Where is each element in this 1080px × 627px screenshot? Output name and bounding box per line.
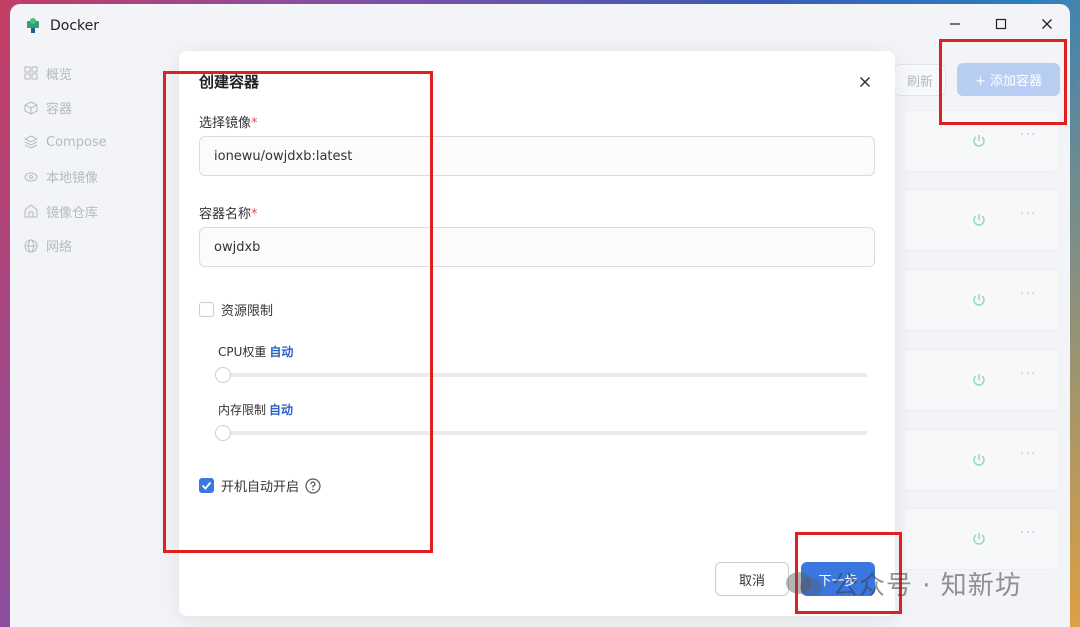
container-row: ··· [905,508,1060,570]
power-icon[interactable] [971,372,987,388]
more-icon[interactable]: ··· [1020,286,1036,302]
sidebar-item-label: 容器 [46,102,73,118]
container-row: ··· [905,189,1060,251]
sidebar-item-label: 本地镜像 [46,171,99,187]
sidebar-item-local-images[interactable]: 本地镜像 [10,160,160,195]
power-icon[interactable] [971,212,987,228]
close-icon [1041,18,1053,34]
app-title: Docker [50,18,100,34]
sidebar-item-label: 网络 [46,240,73,256]
title-bar: Docker [10,4,1070,48]
warehouse-icon [24,204,38,218]
layers-icon [23,135,39,149]
container-row: ··· [905,269,1060,331]
container-row: ··· [905,429,1060,491]
more-icon[interactable]: ··· [1020,366,1036,382]
close-icon [859,73,871,92]
sidebar-item-network[interactable]: 网络 [10,229,160,264]
more-icon[interactable]: ··· [1020,206,1036,222]
more-icon[interactable]: ··· [1020,525,1036,541]
more-icon[interactable]: ··· [1020,446,1036,462]
sidebar-item-overview[interactable]: 概览 [10,56,160,91]
sidebar-item-compose[interactable]: Compose [10,125,160,160]
maximize-icon [995,18,1007,34]
overview-grid-icon [24,66,38,80]
power-icon[interactable] [971,292,987,308]
minimize-icon [949,18,961,34]
power-icon[interactable] [971,452,987,468]
globe-icon [24,239,38,253]
sidebar-item-containers[interactable]: 容器 [10,91,160,126]
power-icon[interactable] [971,531,987,547]
watermark-text: 公众号 · 知新坊 [832,571,1022,601]
watermark: 公众号 · 知新坊 [784,565,1022,602]
container-cube-icon [24,101,38,115]
wechat-logo-icon [784,569,824,599]
more-icon[interactable]: ··· [1020,127,1036,143]
annotation-box-form [163,71,433,553]
annotation-box-add-button [939,39,1067,125]
sidebar-item-label: 镜像仓库 [46,205,99,221]
container-row: ··· [905,349,1060,411]
cancel-button[interactable]: 取消 [715,562,789,596]
disc-icon [24,170,38,184]
docker-icon [24,17,42,35]
sidebar: 概览 容器 Compose 本地镜像 镜像仓库 网络 [10,56,160,263]
sidebar-item-label: Compose [46,134,107,150]
power-icon[interactable] [971,133,987,149]
sidebar-item-label: 概览 [46,67,73,83]
dialog-close-button[interactable] [859,73,871,92]
sidebar-item-registry[interactable]: 镜像仓库 [10,194,160,229]
